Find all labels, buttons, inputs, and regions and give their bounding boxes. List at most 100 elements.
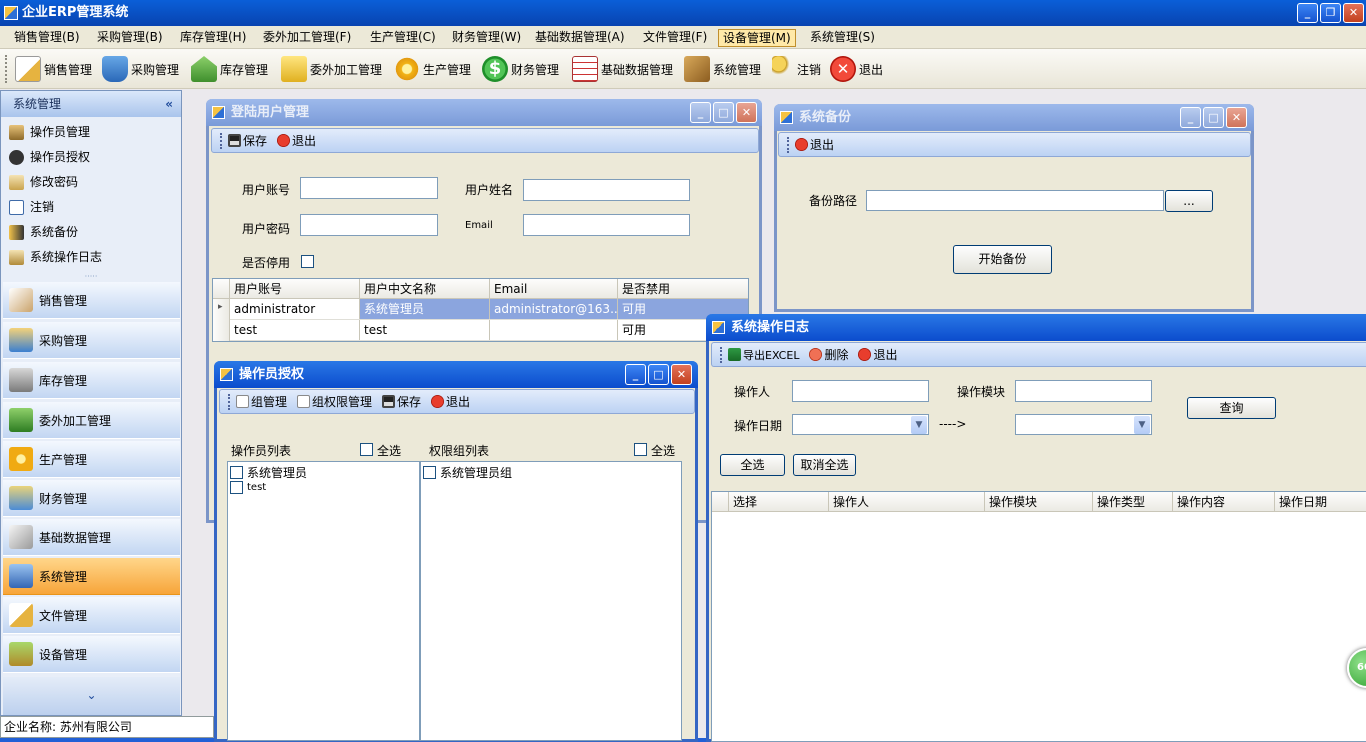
menu-finance[interactable]: 财务管理(W) — [448, 29, 525, 47]
minimize-button[interactable]: _ — [690, 102, 711, 123]
col-content[interactable]: 操作内容 — [1173, 492, 1275, 512]
tb-sales-button[interactable]: 销售管理 — [15, 54, 92, 84]
maximize-button[interactable]: □ — [713, 102, 734, 123]
export-excel-button[interactable]: 导出EXCEL — [728, 347, 799, 363]
name-input[interactable] — [523, 179, 690, 201]
menu-inventory[interactable]: 库存管理(H) — [176, 29, 250, 47]
sidebar-cat-production[interactable]: 生产管理 — [3, 441, 180, 478]
cell-cn-name[interactable]: test — [360, 320, 490, 340]
collapse-icon[interactable]: « — [165, 91, 173, 117]
col-email[interactable]: Email — [490, 279, 618, 299]
chevron-down-icon[interactable]: ▼ — [911, 416, 927, 434]
backup-titlebar[interactable]: 系统备份 _ □ ✕ — [774, 104, 1254, 131]
col-operator[interactable]: 操作人 — [829, 492, 985, 512]
sidebar-cat-sales[interactable]: 销售管理 — [3, 282, 180, 319]
end-date-picker[interactable]: ▼ — [1015, 414, 1152, 435]
email-input[interactable] — [523, 214, 690, 236]
col-module[interactable]: 操作模块 — [985, 492, 1093, 512]
sidebar-cat-finance[interactable]: 财务管理 — [3, 480, 180, 517]
exit-button[interactable]: 退出 — [431, 393, 470, 410]
exit-button[interactable]: 退出 — [277, 132, 316, 149]
sidebar-item-operation-log[interactable]: 系统操作日志 — [9, 247, 102, 267]
operator-input[interactable] — [792, 380, 929, 402]
list-item[interactable]: 系统管理员组 — [423, 464, 512, 481]
cell-account[interactable]: test — [230, 320, 360, 340]
sidebar-item-operator-auth[interactable]: 操作员授权 — [9, 147, 90, 167]
deselect-all-button[interactable]: 取消全选 — [793, 454, 856, 476]
tb-purchase-button[interactable]: 采购管理 — [102, 54, 179, 84]
close-button[interactable]: ✕ — [1343, 3, 1364, 23]
sidebar-expand-button[interactable]: ⌄ — [3, 677, 180, 715]
sidebar-item-operator-manage[interactable]: 操作员管理 — [9, 122, 90, 142]
tb-production-button[interactable]: 生产管理 — [394, 54, 471, 84]
delete-button[interactable]: 删除 — [809, 346, 848, 363]
menu-production[interactable]: 生产管理(C) — [366, 29, 440, 47]
tb-exit-button[interactable]: ✕ 退出 — [830, 54, 883, 84]
browse-button[interactable]: ... — [1165, 190, 1213, 212]
sidebar-cat-equipment[interactable]: 设备管理 — [3, 636, 180, 673]
chevron-down-icon[interactable]: ▼ — [1134, 416, 1150, 434]
cell-email[interactable]: administrator@163.... — [490, 299, 618, 319]
sidebar-cat-purchase[interactable]: 采购管理 — [3, 322, 180, 359]
cell-email[interactable] — [490, 320, 618, 340]
exit-button[interactable]: 退出 — [795, 136, 834, 153]
sidebar-cat-inventory[interactable]: 库存管理 — [3, 362, 180, 399]
tb-base-data-button[interactable]: 基础数据管理 — [572, 54, 673, 84]
minimize-button[interactable]: _ — [1297, 3, 1318, 23]
menu-sales[interactable]: 销售管理(B) — [10, 29, 84, 47]
close-button[interactable]: ✕ — [1226, 107, 1247, 128]
sidebar-splitter[interactable]: ····· — [1, 273, 181, 281]
menu-outsourcing[interactable]: 委外加工管理(F) — [259, 29, 355, 47]
tb-logout-button[interactable]: 注销 — [772, 54, 821, 84]
cell-account[interactable]: administrator — [230, 299, 360, 319]
restore-button[interactable]: ❐ — [1320, 3, 1341, 23]
table-row[interactable]: test test 可用 — [213, 320, 748, 341]
exit-button[interactable]: 退出 — [858, 346, 897, 363]
list-item[interactable]: test — [230, 481, 266, 494]
tb-finance-button[interactable]: $ 财务管理 — [482, 54, 559, 84]
col-cn-name[interactable]: 用户中文名称 — [360, 279, 490, 299]
operation-log-titlebar[interactable]: 系统操作日志 — [706, 314, 1366, 341]
maximize-button[interactable]: □ — [648, 364, 669, 385]
col-select[interactable]: 选择 — [729, 492, 829, 512]
minimize-button[interactable]: _ — [625, 364, 646, 385]
operator-checkbox[interactable] — [230, 481, 243, 494]
sidebar-cat-system[interactable]: 系统管理 — [3, 558, 180, 595]
start-date-picker[interactable]: ▼ — [792, 414, 929, 435]
menu-base-data[interactable]: 基础数据管理(A) — [531, 29, 629, 47]
select-all-button[interactable]: 全选 — [720, 454, 785, 476]
sidebar-cat-outsourcing[interactable]: 委外加工管理 — [3, 402, 180, 439]
sidebar-item-change-password[interactable]: 修改密码 — [9, 172, 78, 192]
col-account[interactable]: 用户账号 — [230, 279, 360, 299]
table-row[interactable]: ▸ administrator 系统管理员 administrator@163.… — [213, 299, 748, 320]
close-button[interactable]: ✕ — [671, 364, 692, 385]
menu-files[interactable]: 文件管理(F) — [639, 29, 711, 47]
operator-checkbox[interactable] — [230, 466, 243, 479]
close-button[interactable]: ✕ — [736, 102, 757, 123]
operator-auth-titlebar[interactable]: 操作员授权 _ □ ✕ — [214, 361, 698, 388]
group-manage-button[interactable]: 组管理 — [236, 393, 287, 410]
menu-purchase[interactable]: 采购管理(B) — [93, 29, 167, 47]
group-select-all-checkbox[interactable] — [634, 443, 647, 456]
start-backup-button[interactable]: 开始备份 — [953, 245, 1052, 274]
menu-equipment[interactable]: 设备管理(M) — [718, 29, 796, 47]
menu-system[interactable]: 系统管理(S) — [806, 29, 879, 47]
col-disabled[interactable]: 是否禁用 — [618, 279, 748, 299]
maximize-button[interactable]: □ — [1203, 107, 1224, 128]
account-input[interactable] — [300, 177, 438, 199]
module-input[interactable] — [1015, 380, 1152, 402]
operator-select-all-checkbox[interactable] — [360, 443, 373, 456]
cell-cn-name[interactable]: 系统管理员 — [360, 299, 490, 319]
tb-inventory-button[interactable]: 库存管理 — [191, 54, 268, 84]
col-date[interactable]: 操作日期 — [1275, 492, 1366, 512]
tb-system-button[interactable]: 系统管理 — [684, 54, 761, 84]
minimize-button[interactable]: _ — [1180, 107, 1201, 128]
save-button[interactable]: 保存 — [228, 132, 267, 149]
disabled-checkbox[interactable] — [301, 255, 314, 268]
list-item[interactable]: 系统管理员 — [230, 464, 307, 481]
group-checkbox[interactable] — [423, 466, 436, 479]
sidebar-item-logout[interactable]: 注销 — [9, 197, 54, 217]
login-user-titlebar[interactable]: 登陆用户管理 _ □ ✕ — [206, 99, 762, 126]
backup-path-input[interactable] — [866, 190, 1164, 211]
password-input[interactable] — [300, 214, 438, 236]
